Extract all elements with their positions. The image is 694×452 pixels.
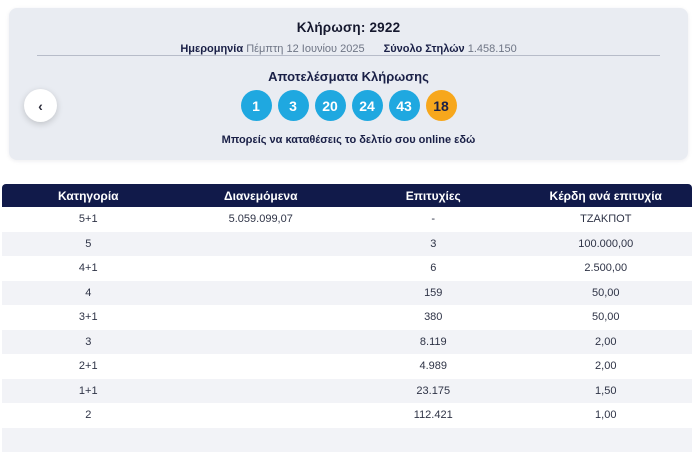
table-cell — [175, 330, 348, 355]
table-row: 1+1 23.175 1,50 — [2, 379, 692, 404]
table-cell: ΤΖΑΚΠΟΤ — [520, 207, 693, 232]
table-cell — [175, 403, 348, 428]
section-divider — [37, 55, 660, 56]
table-cell: 23.175 — [347, 379, 520, 404]
total-columns: Σύνολο Στηλών 1.458.150 — [384, 43, 517, 55]
table-cell: 100.000,00 — [520, 232, 693, 257]
table-cell — [347, 428, 520, 452]
table-cell: 50,00 — [520, 305, 693, 330]
table-cell: 3 — [347, 232, 520, 257]
table-cell: - — [347, 207, 520, 232]
table-cell: 2,00 — [520, 330, 693, 355]
table-cell: 159 — [347, 281, 520, 306]
winning-number-ball: 3 — [278, 90, 309, 121]
table-cell: 4.989 — [347, 354, 520, 379]
winning-number-ball: 20 — [315, 90, 346, 121]
columns-label: Σύνολο Στηλών — [384, 43, 465, 55]
table-cell: 5.059.099,07 — [175, 207, 348, 232]
winning-number-ball: 24 — [352, 90, 383, 121]
table-cell: 4 — [2, 281, 175, 306]
table-cell: 5+1 — [2, 207, 175, 232]
table-row: 3+1 380 50,00 — [2, 305, 692, 330]
table-cell — [175, 379, 348, 404]
table-row — [2, 428, 692, 452]
table-cell: 1+1 — [2, 379, 175, 404]
winning-number-ball: 43 — [389, 90, 420, 121]
date-label: Ημερομηνία — [180, 43, 243, 55]
table-cell: 1,50 — [520, 379, 693, 404]
table-cell: 2+1 — [2, 354, 175, 379]
winning-number-ball: 1 — [241, 90, 272, 121]
column-header-distributed: Διανεμόμενα — [175, 184, 348, 207]
table-cell — [175, 281, 348, 306]
draw-meta: Ημερομηνία Πέμπτη 12 Ιουνίου 2025 Σύνολο… — [9, 43, 688, 55]
table-cell: 4+1 — [2, 256, 175, 281]
table-row: 4 159 50,00 — [2, 281, 692, 306]
prize-table: Κατηγορία Διανεμόμενα Επιτυχίες Κέρδη αν… — [2, 184, 692, 452]
table-row: 5 3 100.000,00 — [2, 232, 692, 257]
table-cell — [175, 305, 348, 330]
table-cell: 3+1 — [2, 305, 175, 330]
draw-date: Ημερομηνία Πέμπτη 12 Ιουνίου 2025 — [180, 43, 364, 55]
table-cell — [175, 256, 348, 281]
table-cell — [175, 232, 348, 257]
column-header-category: Κατηγορία — [2, 184, 175, 207]
columns-value: 1.458.150 — [468, 43, 517, 55]
table-row: 2+1 4.989 2,00 — [2, 354, 692, 379]
table-row: 3 8.119 2,00 — [2, 330, 692, 355]
table-row: 5+1 5.059.099,07 - ΤΖΑΚΠΟΤ — [2, 207, 692, 232]
online-deposit-link[interactable]: Μπορείς να καταθέσεις το δελτίο σου onli… — [9, 134, 688, 146]
column-header-winners: Επιτυχίες — [347, 184, 520, 207]
prize-table-container: Κατηγορία Διανεμόμενα Επιτυχίες Κέρδη αν… — [2, 184, 692, 452]
table-cell: 6 — [347, 256, 520, 281]
date-value: Πέμπτη 12 Ιουνίου 2025 — [246, 43, 364, 55]
draw-summary-card: Κλήρωση: 2922 Ημερομηνία Πέμπτη 12 Ιουνί… — [9, 8, 688, 160]
table-cell — [520, 428, 693, 452]
table-row: 4+1 6 2.500,00 — [2, 256, 692, 281]
table-cell — [175, 428, 348, 452]
table-cell: 1,00 — [520, 403, 693, 428]
table-row: 2 112.421 1,00 — [2, 403, 692, 428]
table-cell: 112.421 — [347, 403, 520, 428]
column-header-prize-per-win: Κέρδη ανά επιτυχία — [520, 184, 693, 207]
draw-title: Κλήρωση: 2922 — [9, 8, 688, 35]
table-cell: 3 — [2, 330, 175, 355]
table-cell — [2, 428, 175, 452]
table-cell: 2 — [2, 403, 175, 428]
table-cell — [175, 354, 348, 379]
table-cell: 8.119 — [347, 330, 520, 355]
results-title: Αποτελέσματα Κλήρωσης — [9, 69, 688, 84]
table-cell: 2,00 — [520, 354, 693, 379]
bonus-number-ball: 18 — [426, 90, 457, 121]
table-cell: 50,00 — [520, 281, 693, 306]
table-header-row: Κατηγορία Διανεμόμενα Επιτυχίες Κέρδη αν… — [2, 184, 692, 207]
table-cell: 5 — [2, 232, 175, 257]
winning-numbers: 1 3 20 24 43 18 — [9, 90, 688, 121]
table-cell: 380 — [347, 305, 520, 330]
table-cell: 2.500,00 — [520, 256, 693, 281]
